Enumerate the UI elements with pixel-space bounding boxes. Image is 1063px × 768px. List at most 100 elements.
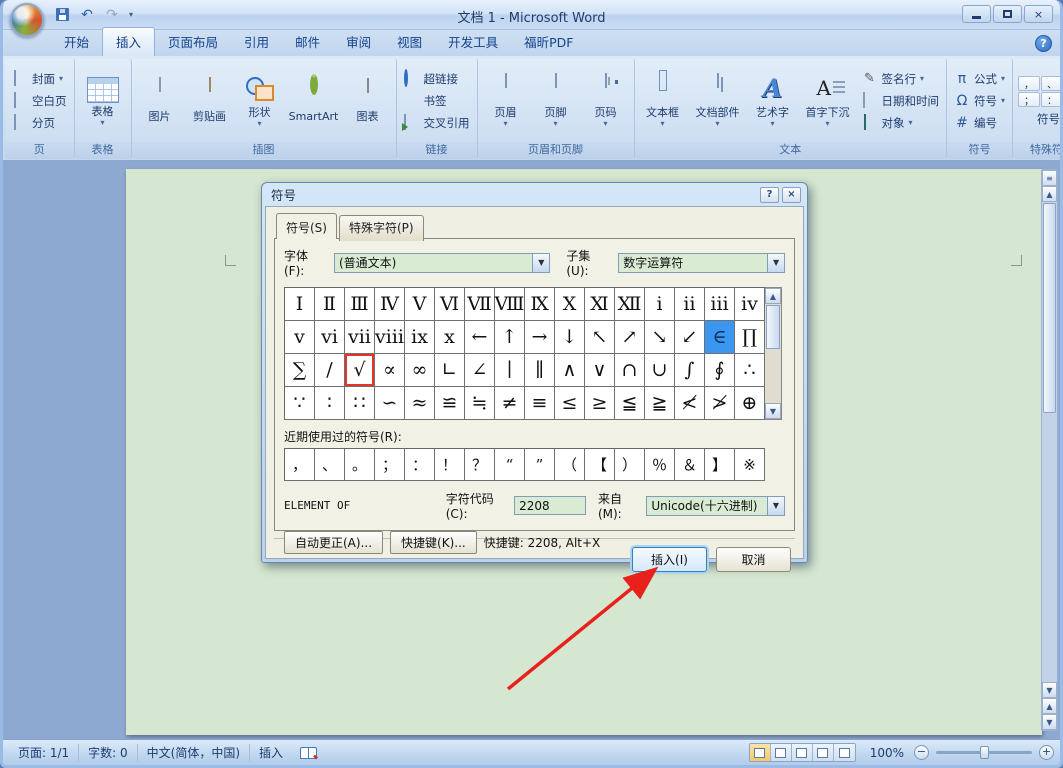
symbol-cell[interactable]: Ⅺ: [585, 288, 615, 321]
recent-symbol-cell[interactable]: 。: [345, 449, 375, 481]
recent-symbol-cell[interactable]: ※: [735, 449, 765, 481]
chevron-down-icon[interactable]: ▼: [767, 254, 784, 272]
symbol-cell[interactable]: ⅸ: [405, 321, 435, 354]
symbol-cell[interactable]: Ⅸ: [525, 288, 555, 321]
proofing-status-icon[interactable]: [300, 747, 317, 759]
symbol-cell[interactable]: →: [525, 321, 555, 354]
symbol-cell[interactable]: ≮: [675, 387, 705, 420]
scroll-down-icon[interactable]: ▼: [1042, 682, 1057, 698]
recent-symbol-cell[interactable]: ：: [405, 449, 435, 481]
recent-symbol-cell[interactable]: “: [495, 449, 525, 481]
recent-symbol-cell[interactable]: 】: [705, 449, 735, 481]
tab-references[interactable]: 引用: [231, 28, 282, 56]
symbol-cell[interactable]: ∠: [465, 354, 495, 387]
smartart-button[interactable]: SmartArt: [285, 75, 343, 126]
zoom-in-button[interactable]: +: [1039, 745, 1054, 760]
from-combobox[interactable]: Unicode(十六进制) ▼: [646, 496, 785, 516]
symbol-cell[interactable]: Ⅹ: [555, 288, 585, 321]
symbol-cell[interactable]: ∪: [645, 354, 675, 387]
close-button[interactable]: ×: [1024, 5, 1053, 23]
punctuation-button[interactable]: ，: [1018, 76, 1040, 91]
number-button[interactable]: # 编号: [950, 112, 1001, 133]
symbol-cell[interactable]: ∏: [735, 321, 765, 354]
symbol-cell[interactable]: ∟: [435, 354, 465, 387]
symbol-cell[interactable]: ≠: [495, 387, 525, 420]
tab-developer[interactable]: 开发工具: [435, 28, 511, 56]
tab-review[interactable]: 审阅: [333, 28, 384, 56]
office-button[interactable]: [10, 3, 44, 37]
symbol-cell[interactable]: ⅷ: [375, 321, 405, 354]
symbol-cell[interactable]: ≡: [525, 387, 555, 420]
symbol-cell[interactable]: Ⅰ: [285, 288, 315, 321]
symbol-cell[interactable]: ≒: [465, 387, 495, 420]
symbol-cell[interactable]: √: [345, 354, 375, 387]
outline-view-button[interactable]: [813, 744, 834, 761]
equation-button[interactable]: π 公式 ▾: [950, 68, 1009, 89]
symbol-cell[interactable]: ⊕: [735, 387, 765, 420]
tab-special-characters[interactable]: 特殊字符(P): [339, 215, 424, 241]
recent-symbol-cell[interactable]: ）: [615, 449, 645, 481]
symbol-cell[interactable]: ≥: [585, 387, 615, 420]
tab-symbols[interactable]: 符号(S): [276, 213, 337, 239]
tab-insert[interactable]: 插入: [102, 27, 155, 56]
scroll-up-icon[interactable]: ▲: [1042, 186, 1057, 202]
scrollbar-thumb[interactable]: [766, 305, 780, 349]
symbol-cell[interactable]: ∕: [315, 354, 345, 387]
clipart-button[interactable]: 剪贴画: [185, 75, 235, 126]
autocorrect-button[interactable]: 自动更正(A)...: [284, 531, 383, 554]
symbol-cell[interactable]: ∫: [675, 354, 705, 387]
symbol-cell[interactable]: Ⅷ: [495, 288, 525, 321]
scroll-up-icon[interactable]: ▲: [765, 288, 781, 304]
zoom-level[interactable]: 100%: [870, 746, 904, 760]
symbol-cell[interactable]: ↖: [585, 321, 615, 354]
tab-mailings[interactable]: 邮件: [282, 28, 333, 56]
symbol-cell[interactable]: ∩: [615, 354, 645, 387]
recent-symbol-cell[interactable]: ％: [645, 449, 675, 481]
symbol-cell[interactable]: ≈: [405, 387, 435, 420]
zoom-slider[interactable]: [936, 751, 1032, 754]
drop-cap-button[interactable]: A 首字下沉 ▾: [798, 71, 858, 131]
recent-symbol-cell[interactable]: ！: [435, 449, 465, 481]
symbol-cell[interactable]: ≌: [435, 387, 465, 420]
symbol-cell[interactable]: Ⅵ: [435, 288, 465, 321]
cover-page-button[interactable]: 封面 ▾: [8, 68, 67, 89]
table-button[interactable]: 表格 ▾: [78, 72, 128, 130]
symbol-cell[interactable]: ⅰ: [645, 288, 675, 321]
maximize-button[interactable]: [993, 5, 1022, 23]
recent-symbol-cell[interactable]: （: [555, 449, 585, 481]
dialog-close-button[interactable]: ×: [782, 187, 801, 203]
symbol-cell[interactable]: ⅶ: [345, 321, 375, 354]
language-indicator[interactable]: 中文(简体，中国): [138, 744, 250, 762]
symbol-cell[interactable]: ∧: [555, 354, 585, 387]
symbol-cell[interactable]: ∴: [735, 354, 765, 387]
quick-parts-button[interactable]: 文档部件 ▾: [688, 71, 748, 131]
punctuation-button[interactable]: ；: [1018, 92, 1040, 107]
recent-symbol-cell[interactable]: 、: [315, 449, 345, 481]
symbol-cell[interactable]: ∞: [405, 354, 435, 387]
symbol-cell[interactable]: ↓: [555, 321, 585, 354]
chart-button[interactable]: 图表: [343, 75, 393, 126]
shortcut-key-button[interactable]: 快捷键(K)...: [390, 531, 477, 554]
symbol-cell[interactable]: ⅲ: [705, 288, 735, 321]
web-layout-view-button[interactable]: [792, 744, 813, 761]
recent-symbol-cell[interactable]: ？: [465, 449, 495, 481]
symbol-cell[interactable]: ∨: [585, 354, 615, 387]
ruler-toggle-button[interactable]: ≡: [1042, 170, 1057, 186]
blank-page-button[interactable]: 空白页: [8, 90, 71, 111]
header-button[interactable]: 页眉 ▾: [481, 71, 531, 131]
symbol-cell[interactable]: ↘: [645, 321, 675, 354]
tab-page-layout[interactable]: 页面布局: [155, 28, 231, 56]
page-break-button[interactable]: 分页: [8, 112, 59, 133]
symbol-cell[interactable]: Ⅳ: [375, 288, 405, 321]
symbol-cell[interactable]: ↑: [495, 321, 525, 354]
minimize-button[interactable]: [962, 5, 991, 23]
symbol-cell[interactable]: ↙: [675, 321, 705, 354]
symbol-cell[interactable]: ⅳ: [735, 288, 765, 321]
chevron-down-icon[interactable]: ▼: [767, 497, 784, 515]
symbol-cell[interactable]: ≯: [705, 387, 735, 420]
special-symbol-button[interactable]: 符号 ▾: [1037, 111, 1063, 127]
recent-symbol-cell[interactable]: ”: [525, 449, 555, 481]
zoom-out-button[interactable]: −: [914, 745, 929, 760]
footer-button[interactable]: 页脚 ▾: [531, 71, 581, 131]
vertical-scrollbar[interactable]: ≡ ▲ ▼ ▲ ▼: [1041, 169, 1058, 731]
